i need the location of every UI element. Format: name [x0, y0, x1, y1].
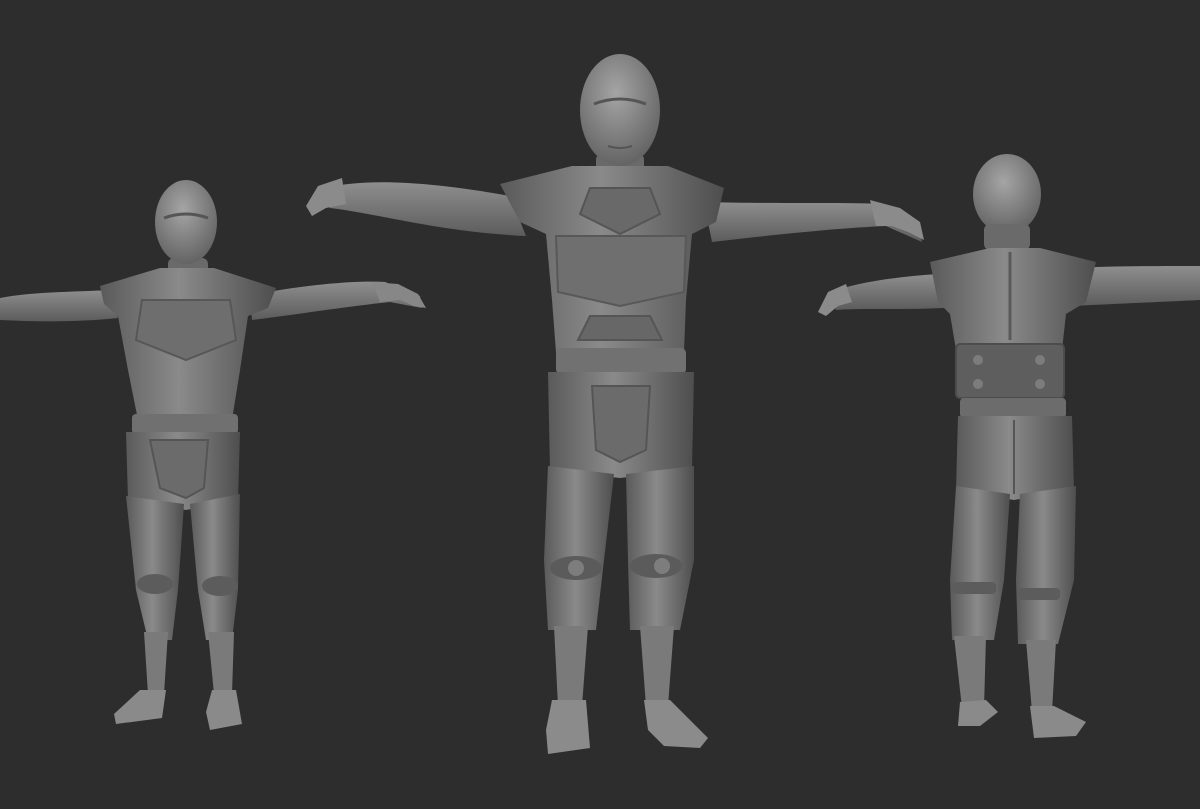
center-figure-right-foot [546, 700, 590, 754]
character-turnaround [0, 54, 1200, 754]
right-figure-stud-4 [1035, 379, 1045, 389]
left-figure-head [155, 180, 217, 264]
right-figure-stud-1 [973, 355, 983, 365]
sculpt-render-viewport [0, 0, 1200, 809]
right-figure-left-leg [950, 486, 1010, 640]
figure-left-front [0, 180, 426, 730]
center-figure-right-arm [316, 182, 526, 236]
left-figure-knee-left [202, 576, 238, 596]
left-figure-left-leg [190, 494, 240, 640]
right-figure-right-shin [1026, 640, 1056, 712]
right-figure-stud-2 [1035, 355, 1045, 365]
left-figure-right-arm [0, 290, 118, 322]
left-figure-right-leg [126, 496, 184, 640]
left-figure-hand [372, 282, 426, 308]
right-figure-belt [960, 398, 1066, 418]
center-figure-left-foot [644, 700, 708, 748]
center-figure-groin-plate [590, 385, 652, 464]
right-figure-left-foot [958, 700, 998, 726]
right-figure-stud-3 [973, 379, 983, 389]
center-figure-head [580, 54, 660, 166]
right-figure-back-torso [930, 248, 1096, 350]
center-figure-left-hand [870, 200, 924, 240]
center-figure-ab-plate [576, 315, 664, 341]
left-figure-right-foot [114, 690, 166, 724]
left-figure-belt [132, 414, 238, 434]
center-figure-pec-plate [554, 235, 688, 308]
right-figure-head [973, 154, 1041, 234]
center-figure-left-leg [626, 466, 694, 630]
figure-right-back [818, 154, 1200, 738]
left-figure-knee-right [137, 574, 173, 594]
right-figure-right-leg [1016, 486, 1076, 644]
center-figure-left-shin [640, 626, 674, 706]
center-figure-belt [556, 348, 686, 374]
center-figure-right-hand [306, 178, 346, 216]
left-figure-left-foot [206, 690, 242, 730]
center-figure-knee-right-stud [568, 560, 584, 576]
right-figure-right-foot [1030, 706, 1086, 738]
figure-center-front [306, 54, 924, 754]
right-figure-knee-band-left [952, 582, 996, 594]
center-figure-knee-left-stud [654, 558, 670, 574]
center-figure-right-leg [544, 466, 614, 630]
left-figure-left-shin [208, 632, 234, 694]
right-figure-left-shin [954, 636, 986, 708]
right-figure-neck [984, 224, 1030, 250]
right-figure-knee-band-right [1018, 588, 1060, 600]
right-figure-back-plate [955, 343, 1065, 399]
left-figure-right-shin [144, 632, 168, 694]
center-figure-right-shin [554, 626, 588, 706]
right-figure-left-hand [818, 284, 852, 316]
